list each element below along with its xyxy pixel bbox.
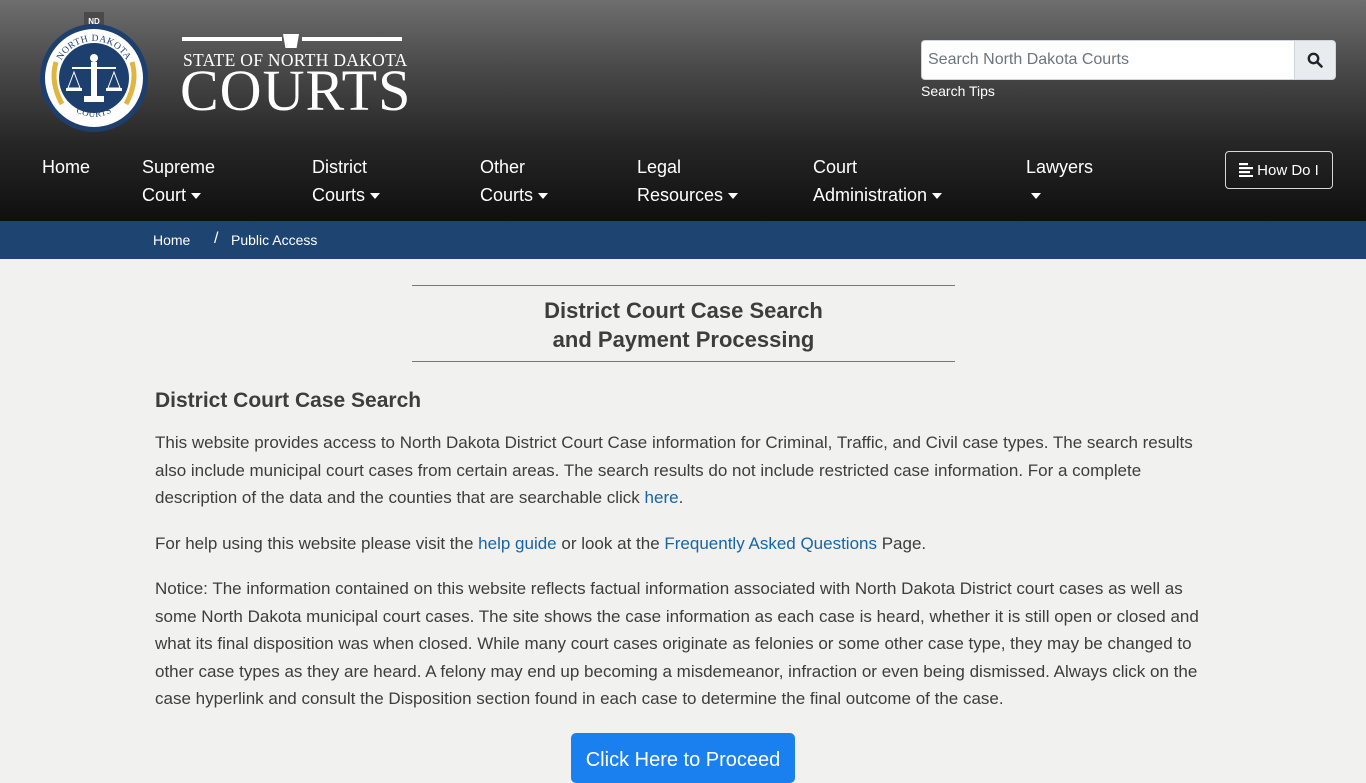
proceed-button[interactable]: Click Here to Proceed bbox=[571, 733, 795, 783]
help-paragraph: For help using this website please visit… bbox=[155, 530, 1215, 558]
nav-home[interactable]: Home bbox=[42, 153, 90, 181]
caret-down-icon bbox=[191, 193, 202, 200]
breadcrumb-home[interactable]: Home bbox=[153, 232, 190, 248]
wordmark-keystone-bar bbox=[180, 34, 402, 48]
site-search bbox=[921, 40, 1336, 80]
page-title-line1: District Court Case Search bbox=[544, 298, 823, 323]
nav-label-line2: Courts bbox=[480, 185, 534, 205]
nav-supreme-court[interactable]: Supreme Court bbox=[142, 153, 215, 209]
breadcrumb-current: Public Access bbox=[231, 232, 318, 248]
help-text-after: Page. bbox=[877, 534, 927, 553]
section-title: District Court Case Search bbox=[155, 389, 422, 412]
nav-label-line2: Resources bbox=[637, 185, 724, 205]
nav-label-line1: Legal bbox=[637, 157, 682, 177]
search-icon bbox=[1307, 52, 1323, 68]
notice-paragraph: Notice: The information contained on thi… bbox=[155, 579, 1199, 709]
nav-label-line1: Supreme bbox=[142, 157, 216, 177]
breadcrumb: Home / Public Access bbox=[0, 221, 1366, 259]
caret-down-icon bbox=[1031, 193, 1041, 200]
caret-down-icon bbox=[370, 193, 381, 200]
intro-text-end: . bbox=[678, 488, 684, 508]
how-do-i-button[interactable]: How Do I bbox=[1225, 151, 1333, 189]
nav-label-line2: Court bbox=[142, 185, 187, 205]
nav-label-line1: Other bbox=[480, 157, 526, 177]
wordmark-courts-line: COURTS bbox=[180, 58, 412, 123]
nav-label-line2: Administration bbox=[813, 185, 928, 205]
nav-district-courts[interactable]: District Courts bbox=[312, 153, 381, 209]
nav-legal-resources[interactable]: Legal Resources bbox=[637, 153, 739, 209]
nav-label-line1: Court bbox=[813, 157, 858, 177]
caret-down-icon bbox=[932, 193, 943, 200]
align-left-icon bbox=[1239, 163, 1254, 177]
caret-down-icon bbox=[538, 193, 549, 200]
search-tips-link[interactable]: Search Tips bbox=[921, 83, 995, 99]
north-dakota-courts-seal-logo[interactable]: ND NORTH DAKOTA COURTS bbox=[40, 12, 150, 134]
site-wordmark[interactable]: STATE OF NORTH DAKOTA COURTS bbox=[180, 30, 410, 120]
nav-home-label: Home bbox=[42, 157, 91, 177]
faq-link[interactable]: Frequently Asked Questions bbox=[664, 534, 877, 553]
how-do-i-label: How Do I bbox=[1257, 161, 1319, 179]
search-button[interactable] bbox=[1294, 40, 1336, 80]
nav-label-line2: Courts bbox=[312, 185, 366, 205]
search-input[interactable] bbox=[921, 40, 1294, 80]
nav-court-administration[interactable]: Court Administration bbox=[813, 153, 943, 209]
breadcrumb-separator: / bbox=[214, 230, 219, 247]
caret-down-icon bbox=[728, 193, 739, 200]
nav-label-line1: District bbox=[312, 157, 367, 177]
nav-label-line1: Lawyers bbox=[1026, 157, 1094, 177]
nav-other-courts[interactable]: Other Courts bbox=[480, 153, 549, 209]
help-guide-link[interactable]: help guide bbox=[478, 534, 556, 553]
page-title: District Court Case Search and Payment P… bbox=[412, 285, 955, 362]
nav-lawyers[interactable]: Lawyers bbox=[1026, 153, 1093, 209]
help-text-middle: or look at the bbox=[556, 534, 665, 553]
here-link[interactable]: here bbox=[645, 488, 679, 507]
help-text-before: For help using this website please visit… bbox=[155, 534, 479, 553]
page-title-line2: and Payment Processing bbox=[552, 327, 815, 352]
site-header: ND NORTH DAKOTA COURTS STATE OF NORTH DA… bbox=[0, 0, 1366, 221]
intro-paragraph: This website provides access to North Da… bbox=[155, 429, 1215, 512]
